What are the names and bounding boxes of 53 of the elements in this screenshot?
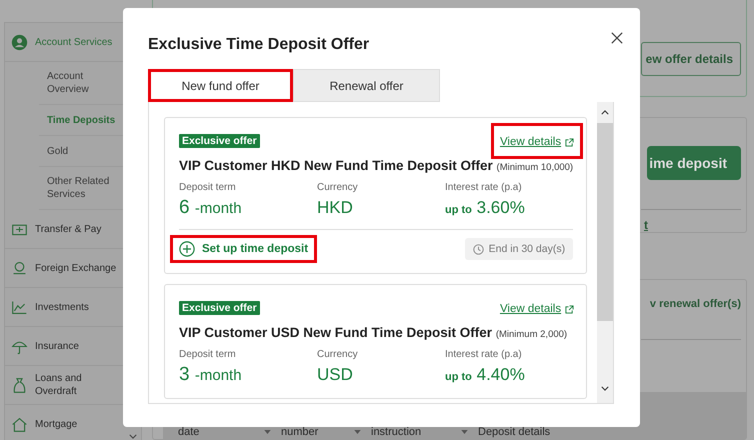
deposit-term: 3 -month (179, 364, 243, 387)
tab[interactable]: New fund offer (148, 69, 293, 102)
clock-icon (472, 244, 484, 254)
renewal-offers-link[interactable]: v renewal offer(s) (650, 298, 741, 310)
dropdown-icon (354, 430, 361, 434)
dropdown-icon (461, 430, 468, 434)
expiry-chip: End in 30 day(s) (464, 238, 574, 260)
sidebar-item-label: Investments (35, 300, 89, 314)
sidebar-item-label: Loans and Overdraft (35, 372, 83, 398)
scroll-down-icon[interactable] (601, 386, 610, 391)
chart-icon (11, 298, 28, 316)
scrollbar[interactable] (597, 102, 613, 403)
currency: HKD (317, 197, 354, 219)
deposit-term: 6 -month (179, 197, 243, 220)
field-label: Deposit term (179, 182, 237, 193)
sidebar-item-label: Foreign Exchange (35, 262, 116, 274)
time-deposit-button[interactable]: ime deposit (647, 146, 741, 180)
field-label: Deposit term (179, 349, 237, 360)
view-offer-details-button[interactable]: ew offer details (640, 42, 741, 76)
field-label: Currency (317, 349, 359, 360)
dropdown-icon (264, 430, 271, 434)
column-header[interactable]: number (281, 426, 371, 438)
offer-title: VIP Customer USD New Fund Time Deposit Offer (Minimum 2,000) (179, 325, 568, 340)
field-label: Currency (317, 182, 359, 193)
sidebar-item-label: Mortgage (35, 418, 78, 430)
field-label: Interest rate (p.a) (445, 182, 523, 193)
column-header[interactable]: Deposit details (478, 426, 550, 438)
tab[interactable]: Renewal offer (293, 69, 440, 102)
offer-badge: Exclusive offer (179, 301, 260, 315)
external-link-icon (565, 138, 574, 146)
sidebar-item-label: Insurance (35, 340, 79, 352)
dialog-title: Exclusive Time Deposit Offer (148, 36, 370, 54)
interest-rate: up to 4.40% (445, 364, 526, 386)
offer-badge: Exclusive offer (179, 134, 260, 148)
interest-rate: up to 3.60% (445, 197, 526, 219)
offer-title: VIP Customer HKD New Fund Time Deposit Offer (Minimum 10,000) (179, 158, 574, 173)
scroll-up-icon[interactable] (601, 110, 610, 115)
column-header[interactable]: instruction (371, 426, 478, 438)
column-header[interactable]: date (178, 426, 281, 438)
currency: USD (317, 364, 354, 386)
link[interactable]: t (644, 218, 648, 232)
chevron-down-icon (129, 434, 137, 439)
plus-circle-icon (179, 241, 195, 257)
close-icon[interactable] (611, 32, 623, 44)
money-bag-icon (11, 376, 28, 394)
house-icon (11, 416, 28, 432)
field-label: Interest rate (p.a) (445, 349, 523, 360)
person-icon (11, 34, 28, 50)
view-details-link[interactable]: View details (500, 303, 574, 315)
sidebar-item-label: Account Services (35, 36, 112, 48)
set-up-time-deposit-button[interactable]: Set up time deposit (170, 235, 318, 263)
external-link-icon (565, 304, 574, 314)
sidebar-item-label: Transfer & Pay (35, 222, 102, 236)
